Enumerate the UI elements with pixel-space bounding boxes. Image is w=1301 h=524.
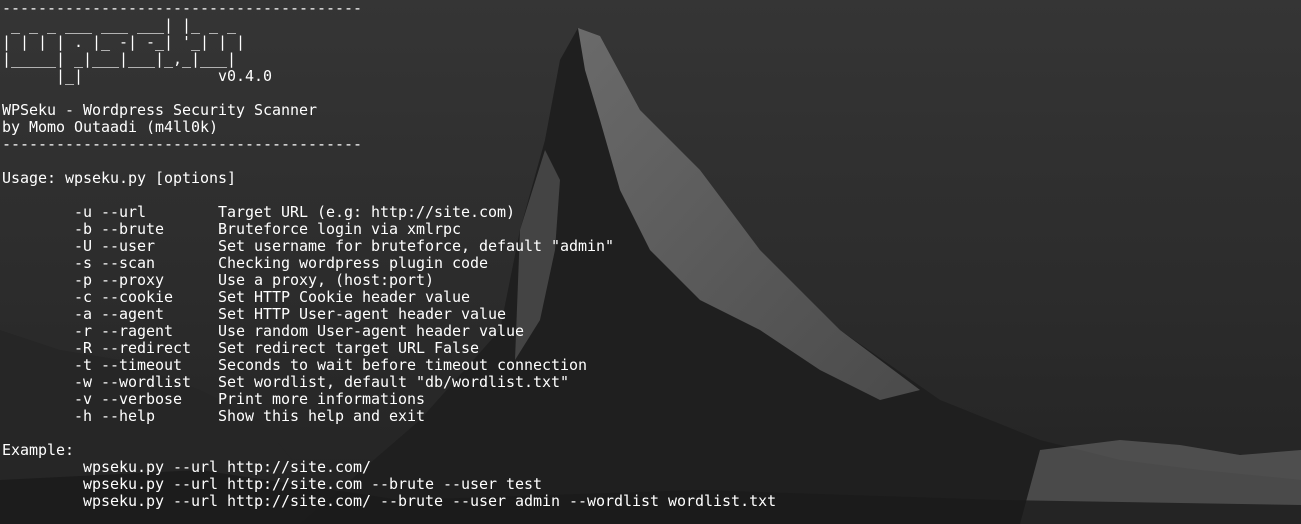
- terminal-line: wpseku.py --url http://site.com/: [2, 458, 372, 476]
- terminal-line: -a --agent Set HTTP User-agent header va…: [2, 305, 507, 323]
- terminal-line: -u --url Target URL (e.g: http://site.co…: [2, 203, 516, 221]
- terminal-line: Usage: wpseku.py [options]: [2, 169, 237, 187]
- terminal-line: |_| v0.4.0: [2, 67, 273, 85]
- terminal-line: WPSeku - Wordpress Security Scanner: [2, 101, 318, 119]
- terminal-line: -c --cookie Set HTTP Cookie header value: [2, 288, 471, 306]
- terminal-line: -U --user Set username for bruteforce, d…: [2, 237, 615, 255]
- terminal-line: ----------------------------------------: [2, 135, 363, 153]
- terminal-line: ----------------------------------------: [2, 0, 363, 17]
- terminal-line: -t --timeout Seconds to wait before time…: [2, 356, 588, 374]
- terminal-window[interactable]: ----------------------------------------…: [0, 0, 1301, 524]
- terminal-line: Example:: [2, 441, 75, 459]
- terminal-line: -p --proxy Use a proxy, (host:port): [2, 271, 435, 289]
- terminal-line: | | | | . |_ -| -_| '_| | |: [2, 33, 246, 51]
- terminal-line: wpseku.py --url http://site.com --brute …: [2, 475, 543, 493]
- terminal-line: -s --scan Checking wordpress plugin code: [2, 254, 489, 272]
- terminal-output: ----------------------------------------…: [2, 0, 776, 510]
- terminal-line: _ _ _ ___ ___ ___| |_ _ _: [2, 16, 237, 34]
- terminal-line: -v --verbose Print more informations: [2, 390, 426, 408]
- terminal-line: -R --redirect Set redirect target URL Fa…: [2, 339, 480, 357]
- terminal-line: -r --ragent Use random User-agent header…: [2, 322, 525, 340]
- terminal-line: -h --help Show this help and exit: [2, 407, 426, 425]
- terminal-line: |_____| _|___|___|_,_|___|: [2, 50, 237, 68]
- terminal-line: by Momo Outaadi (m4ll0k): [2, 118, 219, 136]
- terminal-line: wpseku.py --url http://site.com/ --brute…: [2, 492, 777, 510]
- terminal-line: -b --brute Bruteforce login via xmlrpc: [2, 220, 462, 238]
- terminal-line: -w --wordlist Set wordlist, default "db/…: [2, 373, 570, 391]
